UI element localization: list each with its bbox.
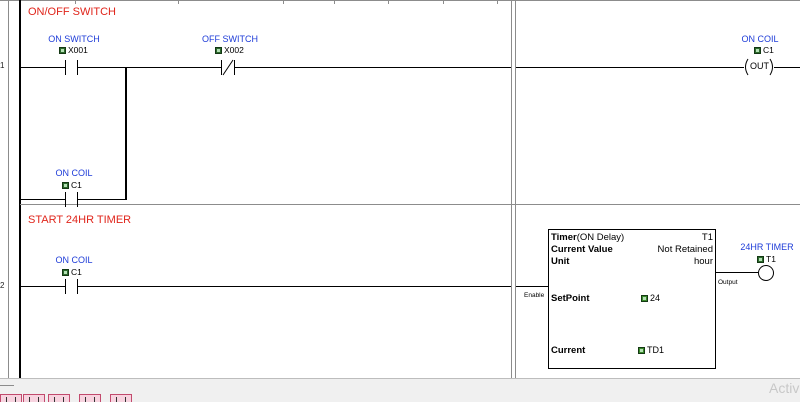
header-tick — [443, 0, 444, 4]
constant-icon — [641, 294, 648, 302]
contact-bar — [77, 60, 78, 75]
wire — [21, 199, 65, 200]
current-address: TD1 — [647, 345, 665, 355]
coil-label: ON COIL — [741, 34, 779, 44]
coil-address: C1 — [754, 45, 774, 55]
tab-button[interactable] — [79, 394, 101, 402]
address-text: X002 — [224, 45, 244, 55]
address-text: X001 — [68, 45, 88, 55]
tag-icon — [215, 46, 222, 54]
address-text: C1 — [763, 45, 774, 55]
timer-title-row: Timer(ON Delay) — [551, 232, 624, 243]
enable-label: Enable — [524, 292, 545, 299]
tab-button[interactable] — [110, 394, 132, 402]
timer-output-symbol[interactable] — [757, 264, 775, 282]
rung-comment[interactable]: ON/OFF SWITCH — [28, 6, 116, 18]
activation-watermark: Activ — [769, 380, 800, 396]
timer-unit: hour — [693, 256, 713, 267]
contact-address: X002 — [215, 45, 244, 55]
rung-number: 1 — [0, 61, 5, 70]
contact-bar — [77, 192, 78, 207]
contact-address: C1 — [62, 180, 82, 190]
tab-button[interactable] — [23, 394, 45, 402]
header-tick — [388, 0, 389, 4]
wire — [78, 67, 221, 68]
left-power-rail — [19, 0, 21, 378]
rung-number-column-divider — [8, 0, 9, 378]
wire — [21, 286, 65, 287]
column-divider-left — [511, 0, 512, 378]
timer-setpoint[interactable]: 24 — [641, 293, 660, 303]
setpoint-value: 24 — [650, 293, 661, 303]
timer-mode: (ON Delay) — [576, 232, 625, 243]
wire — [716, 272, 758, 273]
wire — [516, 286, 548, 287]
timer-output-address: T1 — [757, 254, 776, 264]
wire — [235, 67, 511, 68]
tag-icon — [62, 181, 69, 189]
rung-number: 2 — [0, 281, 5, 290]
tag-icon — [62, 268, 69, 276]
address-text: C1 — [71, 180, 82, 190]
timer-current-value-label: Current Value — [551, 244, 613, 255]
tag-icon — [59, 46, 66, 54]
timer-current-value: Not Retained — [657, 244, 713, 255]
timer-current[interactable]: TD1 — [638, 345, 664, 355]
wire — [21, 67, 65, 68]
coil-instruction: OUT — [750, 61, 769, 71]
header-tick — [283, 0, 284, 4]
address-text: C1 — [71, 267, 82, 277]
top-border — [0, 0, 800, 1]
header-tick — [75, 0, 76, 4]
timer-id: T1 — [701, 232, 713, 243]
timer-unit-label: Unit — [551, 256, 570, 267]
rung-comment[interactable]: START 24HR TIMER — [28, 214, 131, 226]
scroll-mark — [0, 385, 14, 386]
contact-bar — [77, 279, 78, 294]
contact-label: ON SWITCH — [48, 34, 100, 44]
nc-slash — [222, 59, 234, 76]
rung-separator — [20, 204, 800, 205]
tab-button[interactable] — [48, 394, 70, 402]
tag-icon — [754, 46, 761, 54]
header-tick — [334, 0, 335, 4]
contact-address: C1 — [62, 267, 82, 277]
tag-icon — [638, 346, 645, 354]
contact-address: X001 — [59, 45, 88, 55]
branch-vertical — [125, 67, 127, 200]
contact-label: ON COIL — [55, 168, 93, 178]
contact-bar — [65, 279, 66, 294]
timer-title: Timer — [551, 232, 577, 243]
timer-current-label: Current — [551, 345, 586, 356]
contact-label: ON COIL — [55, 255, 93, 265]
wire — [774, 67, 800, 68]
wire — [516, 67, 744, 68]
tag-icon — [757, 255, 764, 263]
column-divider-right — [515, 0, 516, 378]
timer-block[interactable]: Timer(ON Delay) T1 Current Value Not Ret… — [548, 229, 716, 369]
address-text: T1 — [766, 254, 776, 264]
wire — [78, 199, 126, 200]
contact-label: OFF SWITCH — [202, 34, 258, 44]
wire — [78, 286, 511, 287]
timer-setpoint-label: SetPoint — [551, 293, 590, 304]
header-tick — [178, 0, 179, 4]
output-label: Output — [718, 279, 738, 286]
contact-bar — [65, 192, 66, 207]
timer-output-label: 24HR TIMER — [740, 242, 794, 252]
tab-button[interactable] — [0, 394, 22, 402]
contact-bar — [65, 60, 66, 75]
header-tick — [497, 0, 498, 4]
